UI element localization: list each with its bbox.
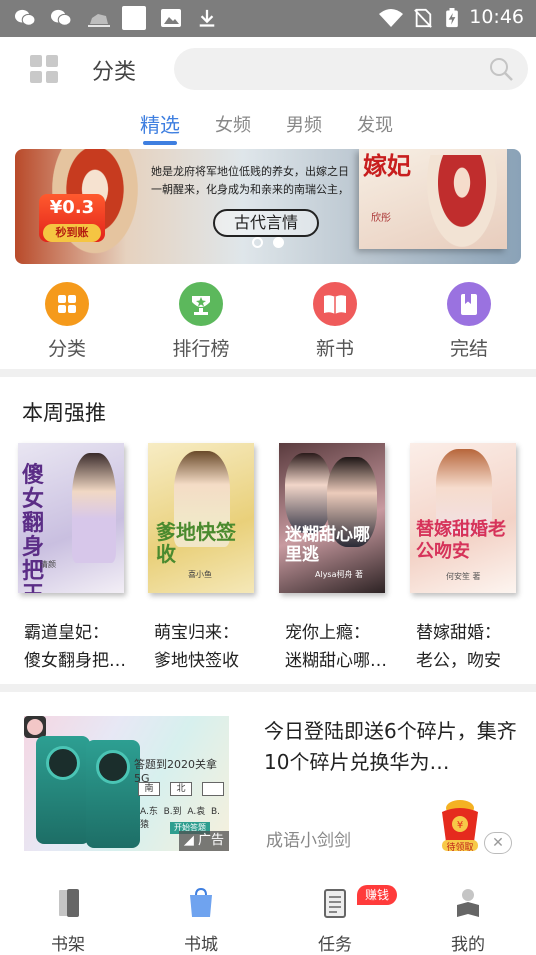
banner-tagline: 她是龙府将军地位低贱的养女，出嫁之日 一朝醒来，化身成为和亲来的南瑞公主， (151, 165, 349, 196)
banner-dot-active (273, 237, 284, 248)
new-book-icon (313, 282, 357, 326)
shortcut-ranking[interactable]: 排行榜 (151, 282, 251, 361)
tab-featured[interactable]: 精选 (140, 109, 180, 138)
book-card[interactable]: 迷糊甜心哪里逃 Alysa柯舟 著 宠你上瘾： 迷糊甜心哪… (279, 443, 391, 671)
wifi-icon (379, 9, 403, 27)
shortcut-completed[interactable]: 完结 (419, 282, 519, 361)
ad-app-icon (24, 716, 46, 738)
wechat-icon (15, 9, 36, 26)
status-bar: 10:46 (0, 0, 536, 37)
clock: 10:46 (469, 6, 524, 28)
channel-tabs: 精选 女频 男频 发现 (0, 101, 536, 145)
book-title: 霸道皇妃： 傻女翻身把… (24, 623, 126, 671)
shortcut-category[interactable]: 分类 (17, 282, 117, 361)
ad-image[interactable]: 答题到2020关拿5G 南 北 A.东 B.到 A.袁 B.猿 开始答题 ◢ 广… (24, 716, 229, 851)
top-bar: 分类 (0, 37, 536, 101)
svg-text:¥: ¥ (457, 820, 463, 831)
nav-bookstore[interactable]: 书城 (161, 886, 241, 955)
battery-charging-icon (446, 8, 458, 28)
book-card[interactable]: 爹地快签收 喜小鱼 萌宝归来： 爹地快签收 (148, 443, 260, 671)
download-icon (199, 9, 215, 27)
book-title: 萌宝归来： 爹地快签收 (154, 623, 239, 671)
phone-illustration (36, 736, 90, 844)
bookshelf-icon (59, 889, 79, 917)
search-icon[interactable] (488, 56, 514, 82)
ad-tag: ◢ 广告 (178, 831, 229, 851)
book-cover: 爹地快签收 喜小鱼 (148, 443, 254, 593)
book-title: 替嫁甜婚： 老公，吻安 (416, 623, 501, 671)
tab-male[interactable]: 男频 (286, 111, 322, 137)
search-input[interactable] (174, 48, 528, 90)
task-badge: 赚钱 (357, 885, 398, 905)
nav-bookshelf[interactable]: 书架 (28, 886, 108, 955)
ad-text[interactable]: 今日登陆即送6个碎片，集齐10个碎片兑换华为… (264, 716, 520, 778)
reward-label: 待领取 (446, 843, 474, 853)
bottom-nav: 书架 书城 任务 我的 (0, 876, 536, 955)
phone-illustration (86, 740, 140, 848)
banner-book-cover: 嫁妃 欣彤 (359, 149, 507, 249)
completed-icon (447, 282, 491, 326)
blank-notification-icon (122, 6, 146, 30)
image-icon (161, 9, 181, 27)
promo-banner[interactable]: 她是龙府将军地位低贱的养女，出嫁之日 一朝醒来，化身成为和亲来的南瑞公主， 古代… (15, 149, 521, 264)
ad-quiz-text: 答题到2020关拿5G (134, 758, 217, 785)
ranking-icon (179, 282, 223, 326)
divider (0, 369, 536, 377)
tab-female[interactable]: 女频 (215, 111, 251, 137)
ad-option: 北 (170, 782, 192, 796)
book-cover: 替嫁甜婚老公吻安 何安笙 著 (410, 443, 516, 593)
bookstore-icon (190, 887, 212, 917)
category-icon (45, 282, 89, 326)
book-cover: 迷糊甜心哪里逃 Alysa柯舟 著 (279, 443, 385, 593)
price-badge: ¥0.3 秒到账 (39, 194, 105, 242)
task-icon (324, 889, 346, 918)
book-card[interactable]: 替嫁甜婚老公吻安 何安笙 著 替嫁甜婚： 老公，吻安 (410, 443, 522, 671)
tab-indicator (143, 141, 177, 145)
banner-dot (252, 237, 263, 248)
no-sim-icon (414, 8, 432, 28)
ad-source: 成语小剑剑 (266, 831, 351, 851)
nav-profile[interactable]: 我的 (428, 886, 508, 955)
book-cover: 傻女翻身把王上 清颜 (18, 443, 124, 593)
close-ad-button[interactable]: ✕ (484, 832, 512, 854)
book-card[interactable]: 傻女翻身把王上 清颜 霸道皇妃：傻女翻身把… (18, 443, 130, 671)
cloud-icon (88, 14, 110, 27)
profile-icon (457, 889, 479, 917)
category-grid-icon[interactable] (30, 55, 58, 83)
wechat-icon (51, 9, 72, 26)
category-title[interactable]: 分类 (92, 54, 136, 86)
tab-discover[interactable]: 发现 (357, 111, 393, 137)
shortcut-new-books[interactable]: 新书 (285, 282, 385, 361)
divider (0, 684, 536, 692)
book-title: 宠你上瘾： 迷糊甜心哪… (285, 623, 387, 671)
ad-option (202, 782, 224, 796)
ad-option: 南 (138, 782, 160, 796)
section-title-weekly: 本周强推 (22, 401, 106, 425)
banner-genre: 古代言情 (213, 209, 319, 237)
